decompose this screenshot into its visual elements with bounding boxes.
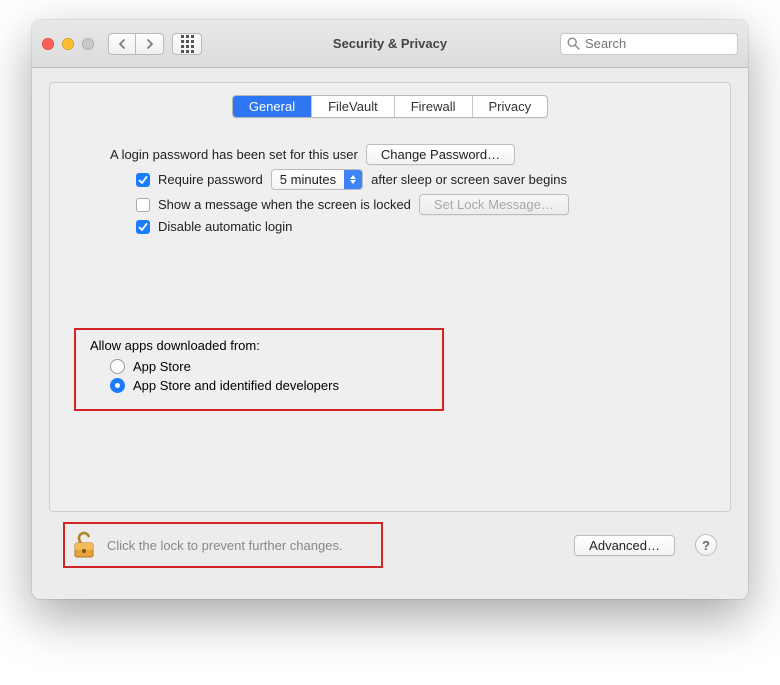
- tab-general[interactable]: General: [233, 96, 311, 117]
- window-controls: [42, 38, 94, 50]
- radio-identified-developers[interactable]: [110, 378, 125, 393]
- radio-identified-developers-label: App Store and identified developers: [133, 378, 339, 393]
- disable-auto-login-label: Disable automatic login: [158, 219, 292, 234]
- radio-app-store[interactable]: [110, 359, 125, 374]
- minimize-window-button[interactable]: [62, 38, 74, 50]
- require-password-suffix: after sleep or screen saver begins: [371, 172, 567, 187]
- show-message-checkbox[interactable]: [136, 198, 150, 212]
- search-icon: [567, 37, 580, 50]
- lock-text: Click the lock to prevent further change…: [107, 538, 343, 553]
- help-button[interactable]: ?: [695, 534, 717, 556]
- search-input[interactable]: [585, 36, 748, 51]
- show-message-label: Show a message when the screen is locked: [158, 197, 411, 212]
- back-button[interactable]: [108, 33, 136, 55]
- chevron-right-icon: [146, 39, 154, 49]
- chevron-left-icon: [118, 39, 126, 49]
- main-panel: General FileVault Firewall Privacy A log…: [49, 82, 731, 512]
- stepper-icon: [344, 170, 362, 189]
- general-section: A login password has been set for this u…: [50, 118, 730, 238]
- footer-bar: Click the lock to prevent further change…: [49, 512, 731, 583]
- search-field[interactable]: [560, 33, 738, 55]
- tab-bar: General FileVault Firewall Privacy: [232, 95, 548, 118]
- select-value: 5 minutes: [272, 172, 344, 187]
- lock-highlight: Click the lock to prevent further change…: [63, 522, 383, 568]
- checkmark-icon: [138, 222, 148, 232]
- show-all-button[interactable]: [172, 33, 202, 55]
- checkmark-icon: [138, 175, 148, 185]
- login-password-text: A login password has been set for this u…: [110, 147, 358, 162]
- advanced-button[interactable]: Advanced…: [574, 535, 675, 556]
- grid-icon: [181, 35, 194, 53]
- tab-privacy[interactable]: Privacy: [472, 96, 548, 117]
- radio-app-store-label: App Store: [133, 359, 191, 374]
- change-password-button[interactable]: Change Password…: [366, 144, 515, 165]
- allow-apps-highlight: Allow apps downloaded from: App Store Ap…: [74, 328, 444, 411]
- require-password-delay-select[interactable]: 5 minutes: [271, 169, 363, 190]
- require-password-prefix: Require password: [158, 172, 263, 187]
- forward-button[interactable]: [136, 33, 164, 55]
- zoom-window-button[interactable]: [82, 38, 94, 50]
- disable-auto-login-checkbox[interactable]: [136, 220, 150, 234]
- tab-filevault[interactable]: FileVault: [311, 96, 394, 117]
- tab-firewall[interactable]: Firewall: [394, 96, 472, 117]
- close-window-button[interactable]: [42, 38, 54, 50]
- preferences-window: Security & Privacy General FileVault Fir…: [32, 20, 748, 599]
- allow-apps-heading: Allow apps downloaded from:: [90, 338, 428, 353]
- window-toolbar: Security & Privacy: [32, 20, 748, 68]
- content-frame: General FileVault Firewall Privacy A log…: [32, 68, 748, 599]
- require-password-checkbox[interactable]: [136, 173, 150, 187]
- unlocked-lock-icon[interactable]: [71, 530, 97, 560]
- nav-back-forward: [108, 33, 164, 55]
- set-lock-message-button: Set Lock Message…: [419, 194, 569, 215]
